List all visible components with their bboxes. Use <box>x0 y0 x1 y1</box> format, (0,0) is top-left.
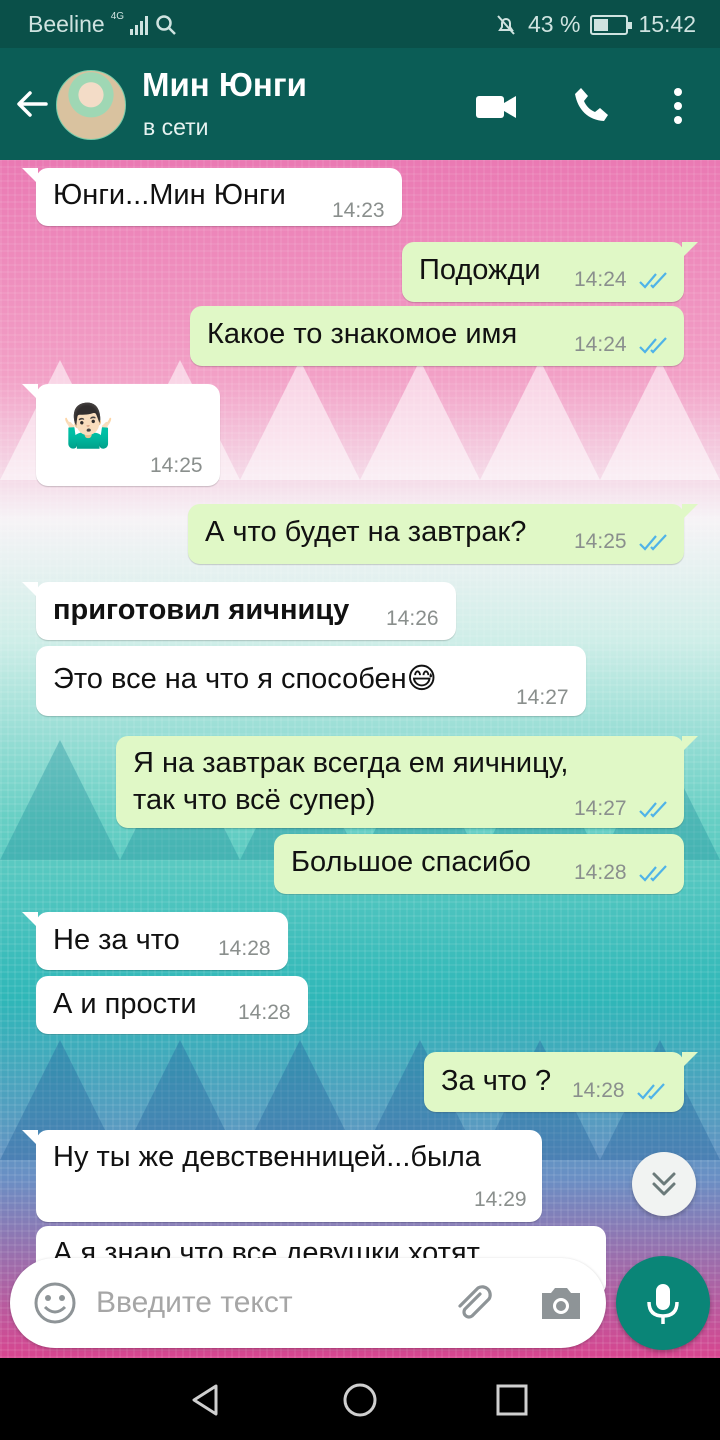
battery-icon <box>590 14 633 35</box>
attach-icon[interactable] <box>450 1280 496 1326</box>
message-text: Это все на что я способен😅 <box>53 663 437 695</box>
avatar[interactable] <box>56 70 126 140</box>
message-text: Не за что <box>53 924 180 956</box>
message-incoming[interactable]: А и прости 14:28 <box>36 976 308 1034</box>
read-ticks-icon <box>639 272 667 289</box>
message-time: 14:23 <box>332 199 385 222</box>
nav-back-icon[interactable] <box>186 1380 226 1420</box>
message-time: 14:28 <box>574 861 627 884</box>
message-incoming[interactable]: 🤷🏻‍♂️ 14:25 <box>22 384 220 486</box>
video-call-icon[interactable] <box>472 82 520 130</box>
clock: 15:42 <box>638 11 696 37</box>
system-nav-bar <box>0 1358 720 1440</box>
message-text-line2: так что всё супер) <box>133 784 376 816</box>
nav-home-icon[interactable] <box>340 1380 380 1420</box>
message-time: 14:25 <box>574 530 627 553</box>
battery-percent: 43 % <box>528 11 581 37</box>
message-text: За что ? <box>441 1065 552 1097</box>
status-bar: Beeline 4G 43 % 15:42 <box>0 0 720 48</box>
chat-area[interactable]: Юнги...Мин Юнги 14:23 Подожди 14:24 Како… <box>0 160 720 1358</box>
message-time: 14:27 <box>574 797 627 820</box>
message-time: 14:25 <box>150 454 203 477</box>
read-ticks-icon <box>639 534 667 551</box>
mute-bell-icon <box>497 14 515 35</box>
camera-icon[interactable] <box>536 1280 586 1326</box>
signal-icon <box>130 15 149 35</box>
message-text: приготовил яичницу <box>53 594 350 626</box>
status-left: Beeline 4G <box>28 11 178 38</box>
scroll-down-button[interactable] <box>632 1152 696 1216</box>
contact-name[interactable]: Мин Юнги <box>142 66 307 104</box>
message-text: Какое то знакомое имя <box>207 318 518 350</box>
message-outgoing[interactable]: Подожди 14:24 <box>402 242 698 302</box>
message-time: 14:29 <box>474 1188 527 1211</box>
read-ticks-icon <box>639 337 667 354</box>
emoji-icon[interactable] <box>32 1280 78 1326</box>
message-text: Ну ты же девственницей...была <box>53 1141 481 1173</box>
mic-icon <box>647 1284 679 1324</box>
message-incoming[interactable]: Юнги...Мин Юнги 14:23 <box>22 168 402 226</box>
message-composer <box>10 1258 606 1348</box>
network-type: 4G <box>110 11 125 22</box>
chat-header: Мин Юнги в сети <box>0 48 720 160</box>
status-right: 43 % 15:42 <box>494 11 696 38</box>
message-text-line1: Я на завтрак всегда ем яичницу, <box>133 747 569 779</box>
back-arrow-icon[interactable] <box>12 84 52 124</box>
search-icon <box>156 14 176 35</box>
message-outgoing[interactable]: Большое спасибо 14:28 <box>274 834 684 894</box>
message-time: 14:27 <box>516 686 569 709</box>
message-input[interactable] <box>96 1280 436 1326</box>
message-text: А и прости <box>53 988 197 1020</box>
message-incoming[interactable]: Не за что 14:28 <box>22 912 288 970</box>
phone-icon[interactable] <box>568 82 616 130</box>
read-ticks-icon <box>639 865 667 882</box>
mic-button[interactable] <box>616 1256 710 1350</box>
message-incoming[interactable]: Это все на что я способен😅 14:27 <box>36 646 586 716</box>
message-time: 14:26 <box>386 607 439 630</box>
message-outgoing[interactable]: Какое то знакомое имя 14:24 <box>190 306 684 366</box>
chevrons-down-icon <box>652 1172 676 1196</box>
message-time: 14:24 <box>574 268 627 291</box>
message-text: Большое спасибо <box>291 846 531 878</box>
message-outgoing[interactable]: Я на завтрак всегда ем яичницу, так что … <box>116 736 698 828</box>
nav-recents-icon[interactable] <box>492 1380 532 1420</box>
message-time: 14:28 <box>238 1001 291 1024</box>
message-time: 14:28 <box>572 1079 625 1102</box>
message-incoming[interactable]: приготовил яичницу 14:26 <box>22 582 456 640</box>
read-ticks-icon <box>639 801 667 818</box>
carrier-name: Beeline <box>28 11 105 37</box>
message-outgoing[interactable]: А что будет на завтрак? 14:25 <box>188 504 698 564</box>
message-time: 14:28 <box>218 937 271 960</box>
message-text: Юнги...Мин Юнги <box>53 179 286 211</box>
contact-status: в сети <box>143 114 209 140</box>
message-text: А что будет на завтрак? <box>205 516 527 548</box>
message-outgoing[interactable]: За что ? 14:28 <box>424 1052 698 1112</box>
message-text: Подожди <box>419 254 541 286</box>
read-ticks-icon <box>637 1083 665 1100</box>
message-time: 14:24 <box>574 333 627 356</box>
more-vert-icon[interactable] <box>654 82 702 130</box>
message-emoji: 🤷🏻‍♂️ <box>62 402 115 449</box>
message-incoming[interactable]: Ну ты же девственницей...была 14:29 <box>22 1130 542 1222</box>
